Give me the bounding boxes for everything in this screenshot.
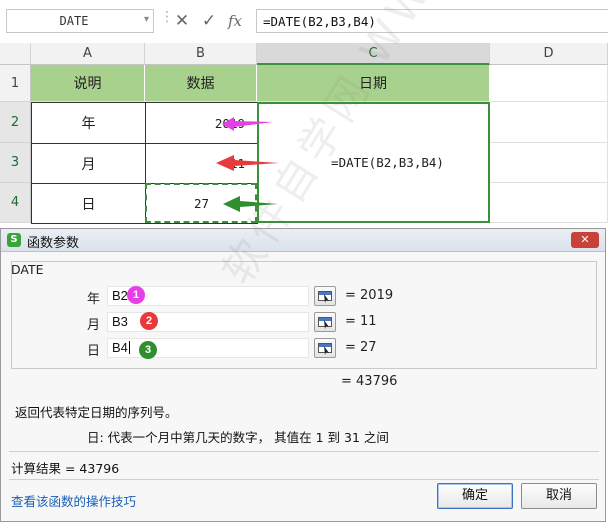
- function-arguments-dialog: S 函数参数 ✕ DATE 年 B2 = 2019 1 月 B3 = 11 2 …: [0, 228, 606, 522]
- function-name-label: DATE: [11, 262, 44, 277]
- close-button[interactable]: ✕: [571, 232, 599, 248]
- cell-a1-text: 说明: [73, 76, 102, 92]
- badge-1: 1: [127, 286, 145, 304]
- cell-a2[interactable]: 年: [31, 102, 146, 144]
- arg-day-value: B4: [112, 340, 128, 355]
- arg-day-collapse-button[interactable]: [314, 338, 336, 358]
- cell-a1[interactable]: 说明: [31, 65, 145, 102]
- divider: [9, 479, 599, 480]
- column-header-a[interactable]: A: [31, 43, 145, 65]
- cell-d2[interactable]: [490, 102, 608, 143]
- parameter-description: 日: 代表一个月中第几天的数字， 其值在 1 到 31 之间: [87, 430, 389, 445]
- cell-d1[interactable]: [490, 65, 608, 102]
- ok-button[interactable]: 确定: [437, 483, 513, 509]
- range-select-icon: [318, 343, 332, 355]
- column-header-d[interactable]: D: [490, 43, 608, 65]
- cancel-formula-icon[interactable]: ✕: [171, 9, 193, 33]
- arg-day-label: 日: [87, 344, 101, 359]
- cell-b1[interactable]: 数据: [145, 65, 257, 102]
- formula-bar: DATE ▾ ⋮ ✕ ✓ fx =DATE(B2,B3,B4): [0, 0, 608, 44]
- insert-function-fx-icon[interactable]: fx: [224, 9, 246, 33]
- row-header-3[interactable]: 3: [0, 143, 31, 183]
- cell-b2-text: 2019: [214, 115, 245, 131]
- arg-month-label: 月: [87, 318, 101, 333]
- calculation-result: 计算结果 = 43796: [11, 461, 120, 476]
- cell-b4-text: 27: [193, 196, 210, 211]
- cancel-button[interactable]: 取消: [521, 483, 597, 509]
- cell-b3[interactable]: 11: [145, 143, 258, 184]
- chevron-down-icon[interactable]: ▾: [144, 14, 149, 25]
- cell-c1-text: 日期: [359, 76, 387, 92]
- column-header-c[interactable]: C: [257, 43, 490, 65]
- arg-year-collapse-button[interactable]: [314, 286, 336, 306]
- function-description: 返回代表特定日期的序列号。: [15, 405, 178, 420]
- cell-b2[interactable]: 2019: [145, 102, 258, 144]
- arg-day-input[interactable]: B4: [107, 338, 309, 358]
- select-all-corner[interactable]: [0, 43, 31, 65]
- formula-input[interactable]: =DATE(B2,B3,B4): [256, 9, 608, 33]
- cell-d4[interactable]: [490, 183, 608, 223]
- cell-a3[interactable]: 月: [31, 143, 146, 184]
- function-tips-link[interactable]: 查看该函数的操作技巧: [11, 491, 136, 510]
- wps-app-icon: S: [7, 233, 21, 247]
- cell-b1-text: 数据: [186, 76, 215, 92]
- arg-month-result: = 11: [345, 314, 377, 329]
- merged-cell-c2-c4[interactable]: =DATE(B2,B3,B4): [257, 102, 490, 223]
- arg-month-collapse-button[interactable]: [314, 312, 336, 332]
- arg-year-label: 年: [87, 292, 101, 307]
- row-header-4[interactable]: 4: [0, 183, 31, 223]
- row-header-2[interactable]: 2: [0, 102, 31, 143]
- badge-2: 2: [140, 312, 158, 330]
- name-box[interactable]: DATE ▾: [6, 9, 154, 33]
- text-caret: [128, 341, 130, 354]
- arg-month-input[interactable]: B3: [107, 312, 309, 332]
- cell-c1[interactable]: 日期: [257, 65, 490, 102]
- cell-a3-text: 月: [81, 156, 96, 173]
- dialog-titlebar[interactable]: S 函数参数 ✕: [1, 229, 605, 252]
- cell-a4-text: 日: [81, 196, 96, 213]
- dialog-title: 函数参数: [27, 236, 80, 251]
- merged-cell-formula: =DATE(B2,B3,B4): [331, 155, 444, 170]
- cell-b4[interactable]: 27: [145, 183, 258, 224]
- arg-day-result: = 27: [345, 340, 377, 355]
- badge-3: 3: [139, 341, 157, 359]
- range-select-icon: [318, 317, 332, 329]
- row-header-1[interactable]: 1: [0, 65, 31, 102]
- cell-a4[interactable]: 日: [31, 183, 146, 224]
- range-select-icon: [318, 291, 332, 303]
- name-box-text: DATE: [59, 14, 89, 28]
- column-header-b[interactable]: B: [145, 43, 257, 65]
- formula-text: =DATE(B2,B3,B4): [263, 14, 376, 29]
- cell-a2-text: 年: [81, 116, 96, 132]
- arg-year-result: = 2019: [345, 288, 394, 303]
- arg-year-value: B2: [112, 288, 128, 303]
- cell-b3-text: 11: [229, 156, 245, 171]
- cell-d3[interactable]: [490, 143, 608, 183]
- confirm-formula-icon[interactable]: ✓: [198, 9, 220, 33]
- formula-result: = 43796: [341, 374, 398, 389]
- divider: [9, 451, 599, 452]
- arg-month-value: B3: [112, 314, 128, 329]
